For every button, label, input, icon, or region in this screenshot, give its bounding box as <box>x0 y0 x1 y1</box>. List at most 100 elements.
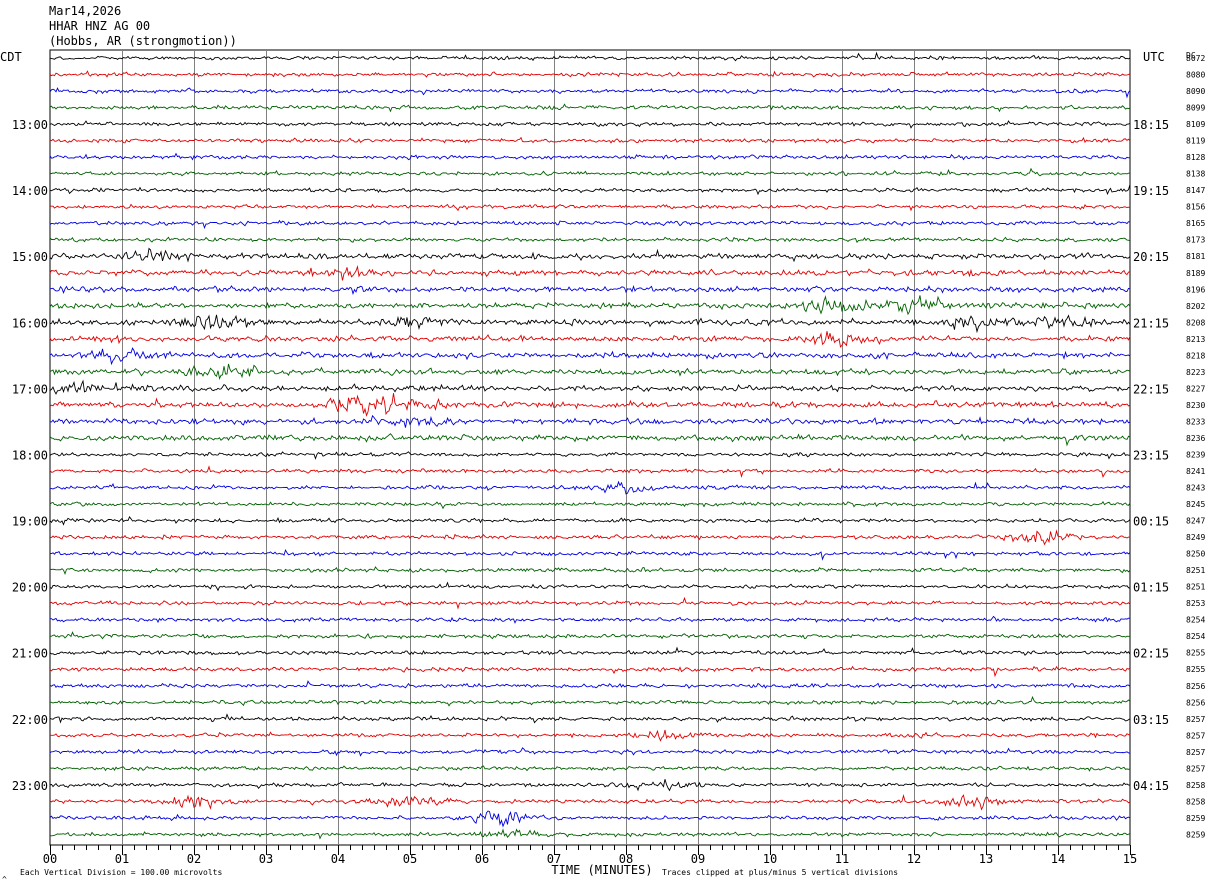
hour-label-right: 23:15 <box>1133 448 1169 462</box>
trace-line <box>49 203 1131 212</box>
dc-offset-label: 8223 <box>1186 368 1205 377</box>
x-tick-label: 09 <box>691 852 705 866</box>
seismic-traces <box>49 51 1131 840</box>
hour-label-right: 00:15 <box>1133 515 1169 529</box>
hour-label-right: 01:15 <box>1133 581 1169 595</box>
dc-offset-label: 8147 <box>1186 186 1205 195</box>
trace-line <box>49 184 1131 196</box>
dc-offset-label: 8173 <box>1186 236 1205 245</box>
trace-line <box>49 219 1131 230</box>
trace-line <box>49 665 1131 678</box>
dc-offset-label: 8254 <box>1186 616 1205 625</box>
trace-line <box>50 548 1131 561</box>
trace-line <box>49 529 1130 546</box>
trace-line <box>49 500 1131 510</box>
trace-line <box>49 596 1131 610</box>
x-axis-title: TIME (MINUTES) <box>551 863 652 877</box>
trace-line <box>49 265 1131 281</box>
trace-line <box>49 87 1131 99</box>
dc-offset-label: 8257 <box>1186 748 1205 757</box>
x-tick-label: 10 <box>763 852 777 866</box>
trace-line <box>49 516 1131 526</box>
trace-line <box>49 314 1131 334</box>
hour-label-left: 14:00 <box>12 184 48 198</box>
trace-line <box>49 247 1131 263</box>
trace-line <box>49 779 1131 792</box>
trace-line <box>49 136 1131 144</box>
trace-line <box>49 747 1131 757</box>
dc-offset-label: 8243 <box>1186 484 1205 493</box>
dc-offset-label: 8258 <box>1186 781 1205 790</box>
trace-line <box>49 646 1131 656</box>
hour-label-left: 13:00 <box>12 118 48 132</box>
trace-line <box>49 680 1131 689</box>
corner-mark: ^ <box>2 875 7 884</box>
x-tick-label: 04 <box>331 852 345 866</box>
x-tick-label: 01 <box>115 852 129 866</box>
trace-line <box>49 794 1131 811</box>
dc-offset-label: 8257 <box>1186 764 1205 773</box>
dc-offset-label: 8259 <box>1186 830 1205 839</box>
trace-line <box>49 285 1131 296</box>
dc-offset-label: 8196 <box>1186 285 1205 294</box>
trace-line <box>49 729 1131 742</box>
hour-label-right: 21:15 <box>1133 316 1169 330</box>
dc-offset-label: 8156 <box>1186 203 1205 212</box>
dc-offset-label: 8119 <box>1186 137 1205 146</box>
dc-offset-label: 8233 <box>1186 417 1205 426</box>
dc-offset-label: 8241 <box>1186 467 1205 476</box>
trace-line <box>49 631 1131 640</box>
hour-label-left: 22:00 <box>12 713 48 727</box>
trace-line <box>49 379 1131 395</box>
hour-label-right: 03:15 <box>1133 713 1169 727</box>
dc-offset-label: 8259 <box>1186 814 1205 823</box>
trace-line <box>49 152 1130 161</box>
hour-label-left: 16:00 <box>12 316 48 330</box>
dc-offset-label: 8239 <box>1186 450 1205 459</box>
dc-offset-label: 8247 <box>1186 517 1205 526</box>
dc-offset-label: 8251 <box>1186 583 1205 592</box>
x-tick-label: 03 <box>259 852 273 866</box>
dc-label: DC <box>1186 51 1196 60</box>
dc-offset-label: 8181 <box>1186 252 1205 261</box>
x-tick-label: 06 <box>475 852 489 866</box>
trace-line <box>49 363 1131 380</box>
hour-label-left: 23:00 <box>12 779 48 793</box>
timezone-left: CDT <box>0 50 22 64</box>
trace-line <box>49 465 1131 479</box>
hour-label-right: 22:15 <box>1133 382 1169 396</box>
dc-offset-label: 8090 <box>1186 87 1205 96</box>
dc-offset-label: 8257 <box>1186 731 1205 740</box>
dc-offset-label: 8255 <box>1186 665 1205 674</box>
trace-line <box>49 480 1131 495</box>
x-tick-label: 12 <box>907 852 921 866</box>
dc-offset-label: 8109 <box>1186 120 1205 129</box>
hour-label-left: 17:00 <box>12 382 48 396</box>
trace-line <box>49 331 1131 348</box>
dc-offset-label: 8099 <box>1186 104 1205 113</box>
x-tick-label: 14 <box>1051 852 1065 866</box>
dc-offset-label: 8202 <box>1186 302 1205 311</box>
trace-line <box>49 828 1131 840</box>
dc-offset-label: 8253 <box>1186 599 1205 608</box>
dc-offset-label: 8189 <box>1186 269 1205 278</box>
trace-line <box>50 414 1131 428</box>
trace-line <box>49 695 1131 707</box>
hour-label-right: 04:15 <box>1133 779 1169 793</box>
dc-offset-label: 8080 <box>1186 71 1205 80</box>
dc-offset-label: 8138 <box>1186 170 1205 179</box>
dc-offset-label: 8230 <box>1186 401 1205 410</box>
trace-line <box>49 51 1131 62</box>
dc-offset-label: 8250 <box>1186 550 1205 559</box>
hour-label-left: 19:00 <box>12 515 48 529</box>
trace-line <box>49 713 1131 724</box>
scale-note: Each Vertical Division = 100.00 microvol… <box>20 868 222 877</box>
seismogram-plot: 8072808080908099810981198128813881478156… <box>0 49 1205 884</box>
trace-line <box>49 120 1131 129</box>
dc-offset-label: 8258 <box>1186 797 1205 806</box>
plot-frame <box>49 49 1131 846</box>
dc-offset-label: 8236 <box>1186 434 1205 443</box>
trace-line <box>49 70 1131 78</box>
trace-line <box>49 810 1131 828</box>
dc-offset-label: 8213 <box>1186 335 1205 344</box>
